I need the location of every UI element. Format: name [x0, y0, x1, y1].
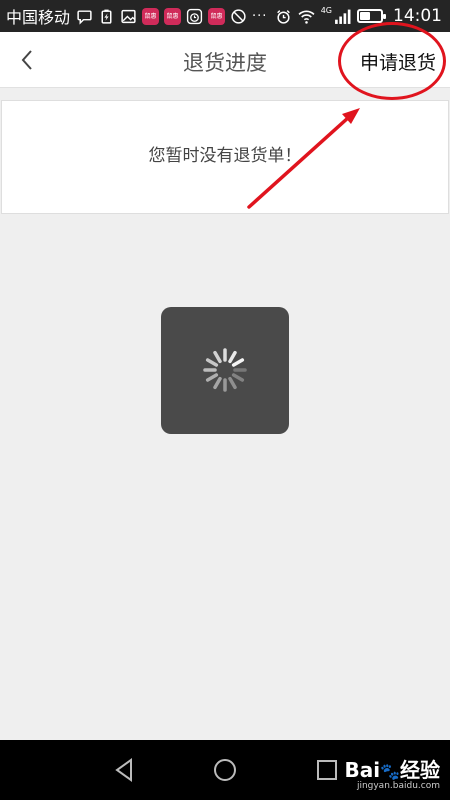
battery-icon — [357, 9, 386, 23]
spinner-tick — [231, 358, 245, 367]
spinner-tick — [205, 373, 219, 382]
notification-icons: 鼠惠 鼠惠 鼠惠 ··· — [76, 7, 275, 25]
watermark-url: jingyan.baidu.com — [356, 781, 440, 791]
battery-saver-icon — [101, 9, 112, 24]
more-notifications: ··· — [252, 8, 268, 24]
signal-icon — [335, 9, 351, 24]
paw-icon: 🐾 — [380, 762, 400, 781]
spinner-tick — [228, 350, 237, 364]
back-triangle-icon[interactable] — [109, 754, 141, 786]
app-badge-icon: 鼠惠 — [164, 7, 182, 25]
empty-state-message: 您暂时没有退货单！ — [148, 146, 302, 166]
empty-state-card: 您暂时没有退货单！ — [1, 100, 449, 214]
spinner-tick — [213, 376, 222, 390]
carrier-name: 中国移动 — [6, 8, 71, 27]
app-badge-icon: 鼠惠 — [142, 7, 160, 25]
spinner-icon — [203, 348, 247, 392]
baidu-watermark: Bai🐾经验 jingyan.baidu.com — [344, 754, 440, 791]
spinner-tick — [231, 373, 245, 382]
home-circle-icon[interactable] — [209, 754, 241, 786]
network-type: 4G — [320, 5, 332, 15]
spinner-tick — [228, 376, 237, 390]
no-disturb-icon — [231, 8, 246, 24]
annotation-highlight-ellipse — [338, 22, 446, 100]
alarm-app-icon — [186, 8, 203, 24]
watermark-brand: Bai🐾经验 — [344, 758, 440, 782]
system-status: 4G 14:01 — [275, 6, 442, 26]
wifi-icon — [298, 10, 315, 24]
chat-bubble-icon — [77, 9, 92, 25]
spinner-tick — [205, 358, 219, 367]
spinner-tick — [213, 350, 222, 364]
system-nav-bar: Bai🐾经验 jingyan.baidu.com — [0, 740, 450, 800]
gallery-icon — [121, 9, 136, 23]
app-badge-icon: 鼠惠 — [208, 7, 226, 25]
alarm-clock-icon — [276, 9, 290, 24]
recents-square-icon[interactable] — [311, 754, 343, 786]
loading-indicator — [161, 307, 289, 434]
battery-level — [360, 12, 370, 20]
